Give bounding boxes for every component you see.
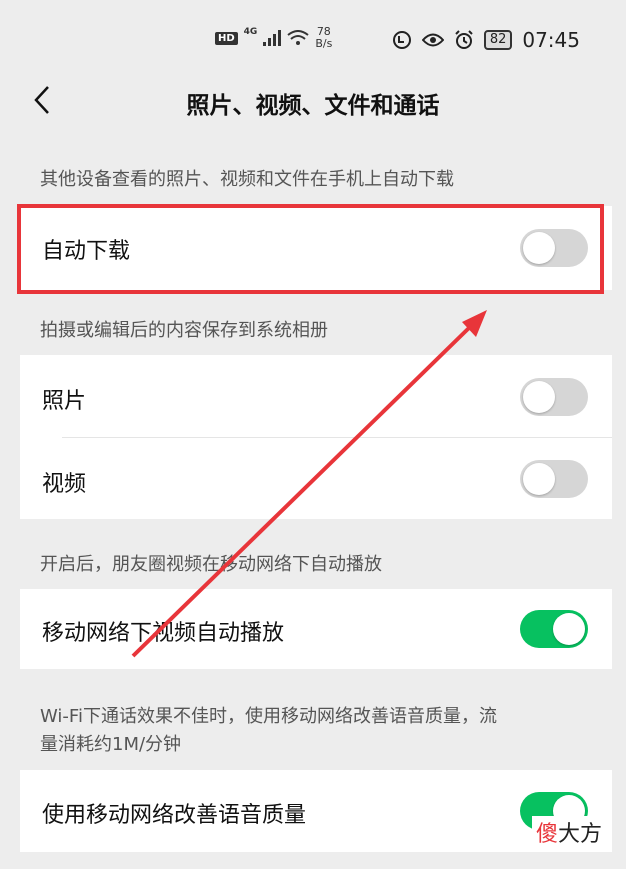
- status-bar: HD 4G 78 B/s 82 07:45: [0, 0, 626, 78]
- setting-label-voice-quality: 使用移动网络改善语音质量: [42, 803, 307, 828]
- network-speed: 78 B/s: [315, 26, 332, 50]
- watermark-rest: 大方: [557, 822, 602, 847]
- toggle-knob: [523, 232, 555, 264]
- toggle-videos[interactable]: [520, 460, 588, 498]
- section-description-moments-autoplay: 开启后，朋友圈视频在移动网络下自动播放: [40, 554, 382, 575]
- setting-label-auto-download: 自动下载: [42, 239, 131, 264]
- toggle-mobile-autoplay[interactable]: [520, 610, 588, 648]
- setting-row-voice-quality: 使用移动网络改善语音质量: [20, 770, 612, 852]
- watermark: 傻大方: [531, 816, 606, 848]
- setting-label-photos: 照片: [42, 389, 87, 414]
- status-time: 07:45: [522, 28, 580, 52]
- setting-label-videos: 视频: [42, 472, 87, 497]
- section-description-save-to-album: 拍摄或编辑后的内容保存到系统相册: [40, 320, 328, 341]
- eye-comfort-icon: [392, 31, 411, 49]
- toggle-knob: [523, 381, 555, 413]
- status-left: HD 4G 78 B/s: [215, 26, 332, 50]
- network-speed-unit: B/s: [315, 37, 333, 50]
- hd-badge: HD: [215, 31, 238, 45]
- battery-indicator: 82: [483, 30, 513, 50]
- eye-icon: [421, 33, 444, 47]
- page-title: 照片、视频、文件和通话: [186, 93, 440, 119]
- toggle-auto-download[interactable]: [520, 229, 588, 267]
- setting-group-save-to-album: 照片 视频: [20, 355, 612, 519]
- alarm-icon: [455, 30, 473, 49]
- toggle-knob: [553, 613, 585, 645]
- toggle-knob: [523, 463, 555, 495]
- status-right: 82 07:45: [392, 28, 580, 52]
- watermark-first-char: 傻: [535, 822, 558, 847]
- signal-icon: [263, 30, 282, 46]
- section-description-voice-quality: Wi-Fi下通话效果不佳时，使用移动网络改善语音质量，流 量消耗约1M/分钟: [40, 703, 497, 759]
- wifi-icon: [287, 30, 309, 45]
- section-description-line-1: Wi-Fi下通话效果不佳时，使用移动网络改善语音质量，流: [40, 706, 497, 727]
- toggle-photos[interactable]: [520, 378, 588, 416]
- top-bar: 照片、视频、文件和通话: [0, 78, 626, 126]
- network-type: 4G: [243, 27, 258, 37]
- setting-row-mobile-autoplay: 移动网络下视频自动播放: [20, 589, 612, 669]
- section-description-auto-download: 其他设备查看的照片、视频和文件在手机上自动下载: [40, 169, 454, 190]
- setting-label-mobile-autoplay: 移动网络下视频自动播放: [42, 621, 285, 646]
- section-description-line-2: 量消耗约1M/分钟: [40, 734, 182, 755]
- setting-row-auto-download: 自动下载: [20, 206, 612, 290]
- row-divider: [62, 437, 612, 438]
